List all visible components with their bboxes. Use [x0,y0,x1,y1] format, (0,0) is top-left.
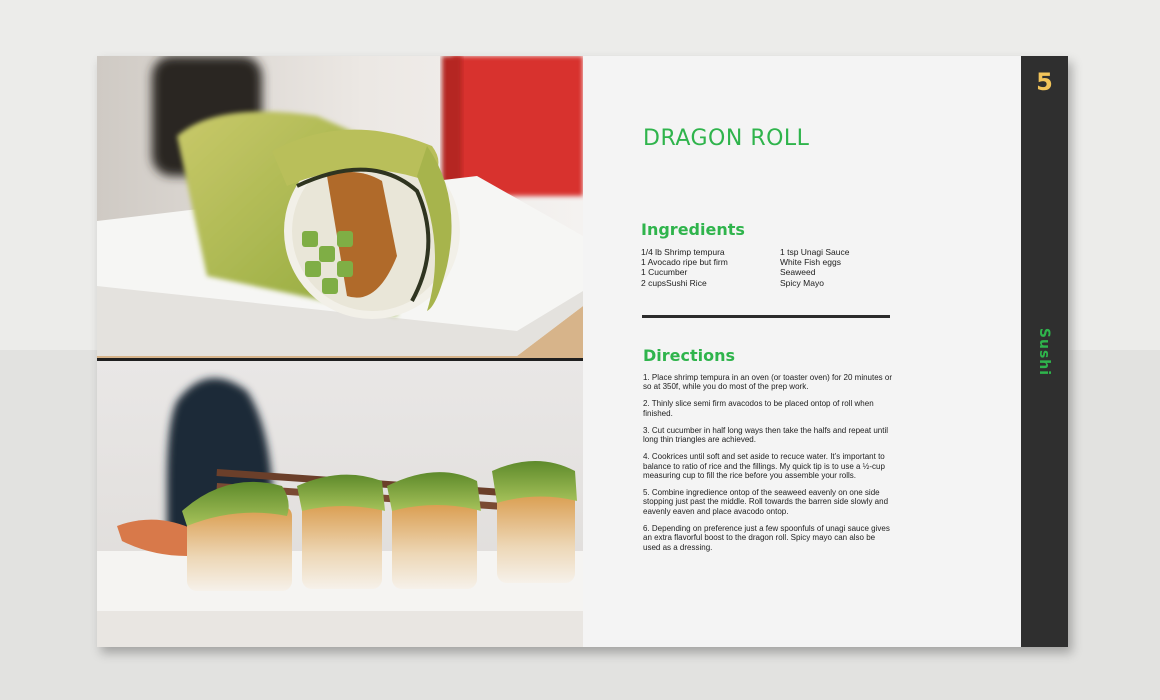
direction-step: 5. Combine ingredience ontop of the seaw… [643,488,889,516]
ingredients-column-1: 1/4 lb Shrimp tempura 1 Avocado ripe but… [641,247,728,288]
direction-step: 1. Place shrimp tempura in an oven (or t… [643,373,893,392]
recipe-title: DRAGON ROLL [643,126,810,151]
chapter-sidebar: 5 Sushi [1021,56,1068,647]
recipe-page: DRAGON ROLL Ingredients 1/4 lb Shrimp te… [583,56,1021,647]
magazine-spread: DRAGON ROLL Ingredients 1/4 lb Shrimp te… [97,56,1068,647]
section-divider [642,315,890,318]
dragon-roll-closeup-photo [97,56,583,358]
ingredient-item: 1 Cucumber [641,267,688,278]
direction-step: 2. Thinly slice semi firm avacodos to be… [643,399,874,418]
page-number: 5 [1036,68,1053,96]
directions-list: 1. Place shrimp tempura in an oven (or t… [643,373,893,560]
dragon-roll-pieces-photo [97,361,583,647]
ingredient-item: Seaweed [780,267,816,278]
direction-step: 3. Cut cucumber in half long ways then t… [643,425,889,445]
ingredient-item: 1 Avocado ripe but firm [641,257,728,268]
direction-step: 6. Depending on preference just a few sp… [643,523,890,552]
ingredient-item: 2 cupsSushi Rice [641,277,707,288]
ingredient-item: White Fish eggs [780,257,841,268]
direction-step: 4. Cookrices until soft and set aside to… [643,452,885,481]
section-label: Sushi [1036,327,1052,377]
ingredient-item: 1 tsp Unagi Sauce [780,247,850,257]
ingredient-item: Spicy Mayo [780,277,824,288]
ingredient-item: 1/4 lb Shrimp tempura [641,247,725,257]
directions-heading: Directions [643,346,736,365]
ingredients-heading: Ingredients [641,220,745,239]
ingredients-column-2: 1 tsp Unagi Sauce White Fish eggs Seawee… [780,247,849,288]
